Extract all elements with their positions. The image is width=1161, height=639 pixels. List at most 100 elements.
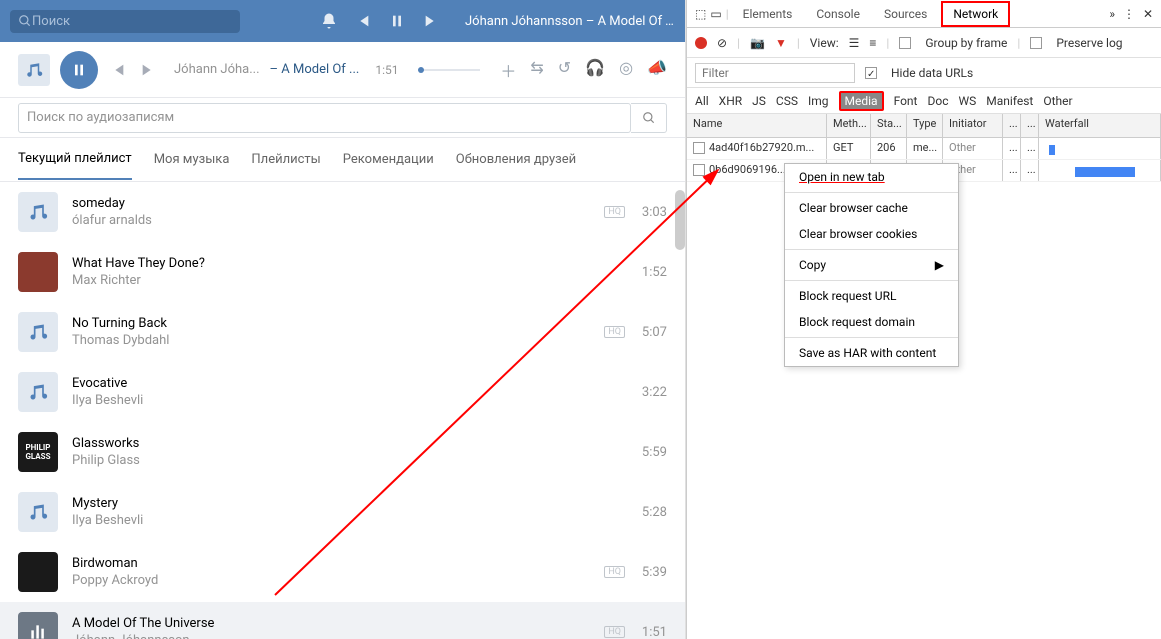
track-duration: 1:52	[631, 265, 667, 280]
col-name[interactable]: Name	[687, 114, 827, 137]
track-row[interactable]: PHILIPGLASS Glassworks Philip Glass 5:59	[0, 422, 685, 482]
req-waterfall	[1039, 160, 1161, 181]
camera-icon[interactable]: 📷	[750, 36, 765, 50]
close-icon[interactable]: ✕	[1143, 7, 1153, 21]
track-title: What Have They Done?	[72, 256, 617, 271]
ctx-block-url[interactable]: Block request URL	[785, 283, 958, 309]
topbar-track-title[interactable]: Jóhann Jóhannsson – A Model Of T...	[465, 14, 675, 29]
track-row[interactable]: someday ólafur arnalds HQ 3:03	[0, 182, 685, 242]
ctx-block-domain[interactable]: Block request domain	[785, 309, 958, 335]
request-row[interactable]: 4ad40f16b27920.m... GET 206 me... Other …	[687, 138, 1161, 160]
vk-topbar: Jóhann Jóhannsson – A Model Of T...	[0, 0, 685, 42]
track-row[interactable]: No Turning Back Thomas Dybdahl HQ 5:07	[0, 302, 685, 362]
scrollbar[interactable]	[675, 190, 685, 250]
repeat-icon[interactable]: ↺	[558, 58, 571, 82]
type-js[interactable]: JS	[752, 94, 766, 108]
req-method: GET	[827, 138, 871, 159]
track-cover	[18, 492, 58, 532]
tab-my-music[interactable]: Моя музыка	[154, 152, 230, 179]
tab-sources[interactable]: Sources	[874, 3, 937, 25]
record-icon[interactable]	[695, 37, 707, 49]
type-manifest[interactable]: Manifest	[986, 94, 1033, 108]
track-row[interactable]: Mystery Ilya Beshevli 5:28	[0, 482, 685, 542]
track-artist: Thomas Dybdahl	[72, 333, 590, 348]
group-checkbox[interactable]	[899, 37, 911, 49]
type-css[interactable]: CSS	[776, 94, 798, 108]
type-font[interactable]: Font	[894, 94, 918, 108]
add-icon[interactable]: ＋	[500, 58, 516, 82]
global-search-input[interactable]	[32, 14, 232, 29]
preserve-checkbox[interactable]	[1030, 37, 1042, 49]
track-duration: 3:03	[631, 205, 667, 220]
track-cover: PHILIPGLASS	[18, 432, 58, 472]
more-icon[interactable]: »	[1109, 7, 1115, 21]
global-search[interactable]	[10, 10, 240, 33]
clear-icon[interactable]: ⊘	[717, 36, 727, 50]
next-track-icon[interactable]	[421, 11, 441, 31]
shuffle-icon[interactable]: ⇆	[530, 58, 543, 82]
player-artist[interactable]: Jóhann Jóha...	[174, 62, 260, 77]
tab-recommendations[interactable]: Рекомендации	[343, 152, 434, 179]
type-other[interactable]: Other	[1043, 94, 1072, 108]
menu-icon[interactable]: ⋮	[1123, 7, 1135, 21]
tab-network[interactable]: Network	[941, 1, 1010, 27]
broadcast-icon[interactable]: ◎	[619, 58, 633, 82]
type-img[interactable]: Img	[808, 94, 829, 108]
track-title: Glassworks	[72, 436, 617, 451]
request-table-header: Name Meth... Sta... Type Initiator ... .…	[687, 114, 1161, 138]
ctx-save-har[interactable]: Save as HAR with content	[785, 340, 958, 366]
track-row[interactable]: What Have They Done? Max Richter 1:52	[0, 242, 685, 302]
view-small-icon[interactable]: ≡	[869, 36, 876, 50]
prev-track-icon[interactable]	[353, 11, 373, 31]
player-title[interactable]: – A Model Of ...	[270, 62, 360, 77]
inspect-icon[interactable]: ⬚	[695, 7, 706, 21]
ctx-clear-cache[interactable]: Clear browser cache	[785, 195, 958, 221]
progress-bar[interactable]	[418, 69, 480, 71]
col-more1[interactable]: ...	[1003, 114, 1021, 137]
type-doc[interactable]: Doc	[927, 94, 948, 108]
track-duration: 1:51	[631, 625, 667, 639]
req-status: 206	[871, 138, 907, 159]
audio-search-input[interactable]	[27, 110, 622, 125]
player-prev-icon[interactable]	[108, 60, 128, 80]
req-type: me...	[907, 138, 943, 159]
devtools-tabs: ⬚ ▭ | Elements Console Sources Network »…	[687, 0, 1161, 28]
audio-search-button[interactable]	[631, 103, 667, 133]
hide-urls-checkbox[interactable]	[865, 67, 877, 79]
type-ws[interactable]: WS	[958, 94, 976, 108]
filter-input[interactable]	[695, 63, 855, 83]
view-large-icon[interactable]: ☰	[849, 36, 860, 50]
share-icon[interactable]: 📣	[647, 58, 667, 82]
col-more2[interactable]: ...	[1021, 114, 1039, 137]
ctx-open-new-tab[interactable]: Open in new tab	[785, 164, 958, 190]
col-type[interactable]: Type	[907, 114, 943, 137]
hq-badge: HQ	[604, 326, 625, 338]
col-status[interactable]: Sta...	[871, 114, 907, 137]
ctx-clear-cookies[interactable]: Clear browser cookies	[785, 221, 958, 247]
track-cover	[18, 372, 58, 412]
track-row[interactable]: Birdwoman Poppy Ackroyd HQ 5:39	[0, 542, 685, 602]
audio-tabs: Текущий плейлист Моя музыка Плейлисты Ре…	[0, 138, 685, 182]
type-xhr[interactable]: XHR	[719, 94, 742, 108]
track-row[interactable]: Evocative Ilya Beshevli 3:22	[0, 362, 685, 422]
ctx-copy[interactable]: Copy▶	[785, 252, 958, 278]
tab-current-playlist[interactable]: Текущий плейлист	[18, 151, 132, 180]
type-media[interactable]: Media	[839, 91, 884, 111]
filter-icon[interactable]: ▼	[775, 36, 787, 50]
col-initiator[interactable]: Initiator	[943, 114, 1003, 137]
tab-friends-updates[interactable]: Обновления друзей	[456, 152, 576, 179]
col-waterfall[interactable]: Waterfall	[1039, 114, 1161, 137]
play-pause-button[interactable]	[60, 51, 98, 89]
tab-playlists[interactable]: Плейлисты	[251, 152, 320, 179]
player-next-icon[interactable]	[138, 60, 158, 80]
hq-badge: HQ	[604, 566, 625, 578]
pause-icon[interactable]	[387, 11, 407, 31]
tab-console[interactable]: Console	[806, 3, 870, 25]
track-row[interactable]: A Model Of The Universe Jóhann Jóhannsso…	[0, 602, 685, 639]
headphones-icon[interactable]: 🎧	[585, 58, 605, 82]
col-method[interactable]: Meth...	[827, 114, 871, 137]
type-all[interactable]: All	[695, 94, 709, 108]
tab-elements[interactable]: Elements	[733, 3, 803, 25]
notifications-icon[interactable]	[319, 11, 339, 31]
device-icon[interactable]: ▭	[710, 7, 721, 21]
